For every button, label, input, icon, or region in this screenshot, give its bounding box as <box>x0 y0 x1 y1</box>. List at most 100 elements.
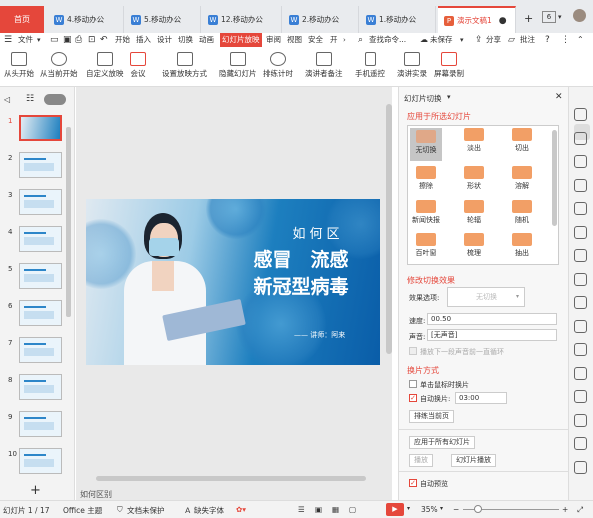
slide-thumbnail[interactable] <box>19 337 62 363</box>
slide-thumbnail[interactable] <box>19 300 62 326</box>
current-slide[interactable]: 如何区 感冒 流感 新冠型病毒 —— 讲师：阿来 <box>86 199 380 365</box>
chevron-down-icon[interactable]: ▾ <box>447 93 451 101</box>
slide-thumbnail[interactable] <box>19 448 62 474</box>
format-icon[interactable] <box>574 296 587 309</box>
transition-option[interactable]: 擦除 <box>410 165 442 195</box>
screen-record-button[interactable]: 屏幕录制 <box>434 52 464 79</box>
tab-count-badge[interactable]: 6 <box>542 11 556 23</box>
cloud-icon[interactable]: ☁ <box>420 33 428 47</box>
menu-developer[interactable]: 开 <box>330 33 338 47</box>
notes-view-icon[interactable]: ☰ <box>298 505 305 514</box>
auto-advance-checkbox[interactable]: ✓ <box>409 394 417 402</box>
tab-doc-2[interactable]: W 2.移动办公 <box>283 6 359 33</box>
on-click-checkbox[interactable] <box>409 380 417 388</box>
transition-option[interactable]: 随机 <box>506 199 538 229</box>
collapse-icon[interactable]: ◁ <box>4 95 10 104</box>
comment-icon[interactable]: ▱ <box>508 33 515 47</box>
more-icon[interactable]: ⋮ <box>561 33 570 47</box>
hamburger-icon[interactable]: ☰ <box>4 33 12 47</box>
avatar[interactable] <box>573 9 586 22</box>
download-icon[interactable] <box>574 390 587 403</box>
speed-input[interactable]: 00.50 <box>427 313 557 325</box>
hide-slide-button[interactable]: 隐藏幻灯片 <box>219 52 257 79</box>
zoom-out-icon[interactable]: − <box>453 505 459 514</box>
gallery-scrollbar[interactable] <box>552 130 557 226</box>
layers-icon[interactable] <box>574 155 587 168</box>
transition-option[interactable]: 形状 <box>458 165 490 195</box>
canvas-h-scrollbar[interactable] <box>96 476 366 481</box>
undo-icon[interactable]: ↶ <box>100 33 108 47</box>
effect-options-select[interactable]: 无切换 <box>447 287 525 307</box>
setup-show-button[interactable]: 设置放映方式 <box>162 52 207 79</box>
transition-option[interactable]: 无切换 <box>410 128 442 161</box>
chevron-down-icon[interactable]: ▾ <box>558 13 562 21</box>
notes-area[interactable]: 如何区别 <box>80 489 112 500</box>
slide-thumbnail[interactable] <box>19 374 62 400</box>
thumbnail-view-toggle[interactable] <box>44 94 66 105</box>
print-preview-icon[interactable]: ⊡ <box>88 33 96 47</box>
slide-thumbnail[interactable] <box>19 152 62 178</box>
tab-home[interactable]: 首页 <box>0 6 44 33</box>
menu-animation[interactable]: 动画 <box>199 33 214 47</box>
slide-thumbnail[interactable] <box>19 226 62 252</box>
play-button[interactable]: 播放 <box>409 454 433 467</box>
help-icon[interactable] <box>574 437 587 450</box>
play-from-start-button[interactable]: 从头开始 <box>4 52 34 79</box>
unsaved-status[interactable]: 未保存 <box>430 33 453 47</box>
brush-icon[interactable] <box>574 225 587 239</box>
transition-option[interactable]: 抽出 <box>506 233 538 262</box>
close-icon[interactable]: ✕ <box>555 92 563 102</box>
chart-icon[interactable] <box>574 249 587 262</box>
play-from-current-button[interactable]: 从当前开始 <box>40 52 78 79</box>
custom-show-button[interactable]: 自定义放映 <box>86 52 124 79</box>
loop-checkbox[interactable] <box>409 347 417 355</box>
tab-doc-4[interactable]: W 4.移动办公 <box>48 6 124 33</box>
reading-view-icon[interactable]: ▢ <box>349 505 356 514</box>
slideshow-play-button[interactable]: 幻灯片播放 <box>451 454 496 467</box>
assist-icon[interactable]: ✿▾ <box>236 505 246 514</box>
chevron-down-icon[interactable]: ▾ <box>407 505 410 512</box>
adjust-icon[interactable] <box>574 272 587 286</box>
chevron-down-icon[interactable]: ▾ <box>37 33 41 47</box>
transition-option[interactable]: 轮辐 <box>458 199 490 229</box>
share-icon[interactable]: ⇪ <box>475 33 483 47</box>
chevron-down-icon[interactable]: ▾ <box>440 505 443 512</box>
search-icon[interactable]: ⌕ <box>358 33 363 47</box>
help-icon[interactable]: ? <box>545 33 550 47</box>
fit-window-icon[interactable]: ⤢ <box>577 505 583 515</box>
speaker-notes-button[interactable]: 演讲者备注 <box>305 52 343 79</box>
chevron-up-icon[interactable]: ⌃ <box>577 33 584 47</box>
protect-status[interactable]: 文档未保护 <box>127 505 165 516</box>
phone-remote-button[interactable]: 手机遥控 <box>355 52 385 79</box>
image-icon[interactable] <box>574 343 587 356</box>
folder-icon[interactable]: ▭ <box>50 33 59 47</box>
gear-icon[interactable] <box>574 108 587 121</box>
transition-option[interactable]: 淡出 <box>458 128 490 161</box>
add-slide-icon[interactable]: + <box>30 483 41 498</box>
more-icon[interactable] <box>574 460 587 474</box>
menu-slideshow[interactable]: 幻灯片放映 <box>220 33 262 47</box>
rehearse-timing-button[interactable]: 排练计时 <box>263 52 293 79</box>
slide-thumbnail[interactable] <box>19 411 62 437</box>
missing-font-button[interactable]: 缺失字体 <box>194 505 224 516</box>
play-slideshow-button[interactable]: ▶ <box>386 503 404 516</box>
chevron-down-icon[interactable]: ▾ <box>460 33 464 47</box>
transition-option[interactable]: 切出 <box>506 128 538 161</box>
chevron-down-icon[interactable]: ▾ <box>516 293 519 300</box>
new-tab-icon[interactable]: + <box>524 12 533 25</box>
apply-all-button[interactable]: 应用于所有幻灯片 <box>409 436 475 449</box>
meeting-button[interactable]: 会议 <box>130 52 146 79</box>
menu-view[interactable]: 视图 <box>287 33 302 47</box>
zoom-in-icon[interactable]: + <box>562 505 568 514</box>
transition-option[interactable]: 梳理 <box>458 233 490 262</box>
transition-option[interactable]: 新闻快报 <box>410 199 442 229</box>
print-icon[interactable]: ⎙ <box>75 33 82 47</box>
annotate-button[interactable]: 批注 <box>520 33 535 47</box>
sorter-view-icon[interactable]: ▦ <box>332 505 339 514</box>
transition-option[interactable]: 百叶窗 <box>410 233 442 262</box>
rehearse-current-button[interactable]: 排练当前页 <box>409 410 454 423</box>
zoom-slider-thumb[interactable] <box>474 505 482 513</box>
menu-review[interactable]: 审阅 <box>266 33 281 47</box>
export-icon[interactable] <box>574 319 587 333</box>
tab-doc-12[interactable]: W 12.移动办公 <box>202 6 282 33</box>
